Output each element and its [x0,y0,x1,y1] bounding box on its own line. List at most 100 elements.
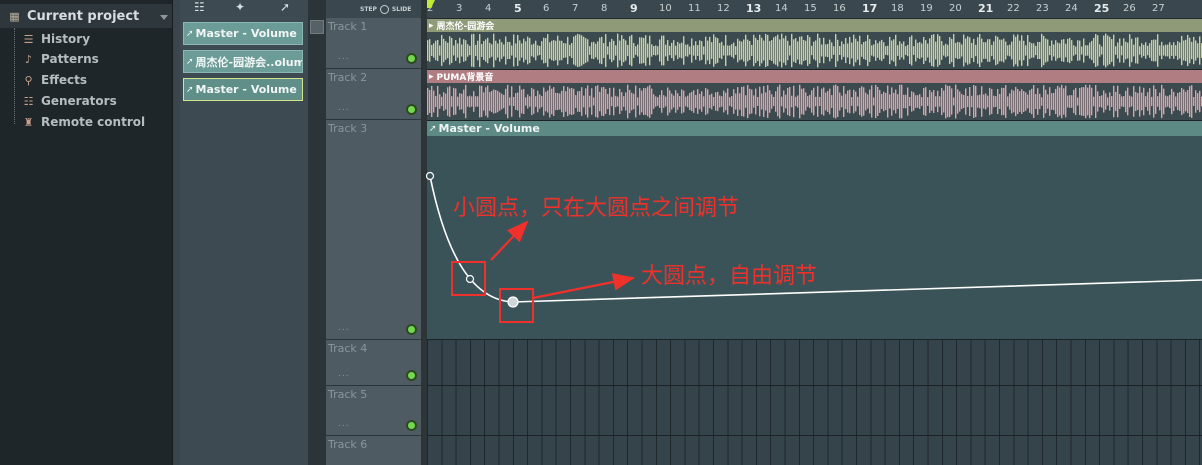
audio-clip-title-bar: ▸ 周杰伦-园游会 [427,19,1202,32]
ruler-bar-number: 10 [659,3,672,14]
playlist-grid[interactable]: ▸ 周杰伦-园游会 ▸ PUMA背景音 ➚ Master - Volume [427,19,1202,465]
audio-clip-2[interactable]: ▸ PUMA背景音 [427,70,1202,120]
history-icon: ☰ [23,32,34,46]
track-header-3[interactable]: Track 3 ... [326,120,422,340]
piano-roll-icon[interactable]: ☷ [194,0,205,14]
automation-clip-icon: ➚ [186,28,194,39]
track-name: Track 3 [328,122,368,135]
track-header-6[interactable]: Track 6 [326,436,422,465]
chevron-down-icon[interactable] [160,15,168,20]
picker-toolbar: ☷ ✦ ➚ [180,0,308,16]
remote-icon: ♜ [23,115,34,129]
ruler-bar-number: 12 [717,3,730,14]
ruler-bar-number: 5 [514,2,522,15]
browser-item-history[interactable]: ☰ History [22,30,90,48]
ruler-bar-number: 22 [1007,3,1020,14]
browser-item-generators[interactable]: ☷ Generators [22,92,117,110]
ruler-bar-number: 4 [485,3,492,14]
ruler-bar-number: 18 [891,3,904,14]
audio-clip-label: PUMA背景音 [436,73,494,83]
play-small-icon: ▸ [429,71,434,82]
track-name: Track 5 [328,388,368,401]
audio-clip-label: 周杰伦-园游会 [436,22,495,32]
waveform-2 [427,83,1202,120]
browser-item-label: Effects [41,73,88,87]
play-small-icon: ▸ [429,20,434,31]
track-mute-led[interactable] [406,104,417,115]
picker-scrollbar[interactable] [308,0,326,465]
note-icon: ♪ [24,52,33,66]
slide-label: SLIDE [391,5,412,13]
row-separator [427,339,1202,340]
track-mute-led[interactable] [406,324,417,335]
automation-clip-icon: ➚ [186,56,194,67]
browser-item-label: Generators [41,94,117,108]
ruler-bar-number: 25 [1094,2,1110,15]
automation-clip[interactable] [427,121,1202,339]
ruler-bar-number: 21 [978,2,994,15]
ruler-bar-number: 11 [688,3,701,14]
picker-clip-label: Master - Volume [195,83,297,96]
track-mute-led[interactable] [406,53,417,64]
ruler-bar-number: 26 [1123,3,1136,14]
track-name: Track 6 [328,438,368,451]
browser-item-effects[interactable]: ⚲ Effects [22,71,87,89]
ruler-bar-number: 23 [1036,3,1049,14]
row-separator [427,385,1202,386]
scroll-button[interactable] [310,20,324,34]
step-slide-knob[interactable] [379,4,389,14]
row-separator [427,435,1202,436]
ruler-bar-number: 27 [1152,3,1165,14]
ruler-bar-number: 8 [601,3,608,14]
browser-title: Current project [27,8,140,24]
picker-clip-label: 周杰伦-园游会..olume [195,55,303,69]
track-name: Track 2 [328,71,368,84]
picker-clip-selected[interactable]: ➚ Master - Volume [183,78,303,101]
browser-item-patterns[interactable]: ♪ Patterns [22,50,99,68]
play-position-marker[interactable] [427,0,435,8]
ruler-bar-number: 17 [862,2,878,15]
ruler-bar-number: 19 [920,3,933,14]
picker-clip[interactable]: ➚ Master - Volume [183,22,303,45]
ruler-bar-number: 3 [456,3,463,14]
ruler-bar-number: 9 [630,2,638,15]
ruler-bar-number: 20 [949,3,962,14]
track-headers: Track 1 ... Track 2 ... Track 3 ... Trac… [326,0,422,465]
ruler-bar-number: 7 [572,3,579,14]
browser-panel: ▦ Current project ☰ History ♪ Patterns ⚲… [0,0,172,465]
browser-item-remote-control[interactable]: ♜ Remote control [22,113,146,131]
track-header-4[interactable]: Track 4 ... [326,340,422,386]
audio-clip-title-bar: ▸ PUMA背景音 [427,70,1202,83]
picker-clip[interactable]: ➚ 周杰伦-园游会..olume [183,50,303,73]
audio-clip-1[interactable]: ▸ 周杰伦-园游会 [427,19,1202,69]
ruler-bar-number: 16 [833,3,846,14]
track-header-5[interactable]: Track 5 ... [326,386,422,436]
browser-header[interactable]: ▦ Current project [0,4,172,28]
small-point-annotation: 小圆点，只在大圆点之间调节 [453,196,740,221]
big-point-annotation: 大圆点，自由调节 [641,264,818,289]
track-grip: ... [338,52,350,62]
track-mute-led[interactable] [406,370,417,381]
automation-icon[interactable]: ➚ [280,0,290,14]
plug-icon: ⚲ [24,73,33,87]
track-name: Track 4 [328,342,368,355]
automation-clip-icon: ➚ [186,84,194,95]
browser-item-label: Remote control [41,115,146,129]
browser-item-label: Patterns [41,52,99,66]
automation-clip-label: Master - Volume [438,122,540,135]
track-header-1[interactable]: Track 1 ... [326,18,422,69]
folder-icon: ▦ [9,9,20,23]
audio-wave-icon[interactable]: ✦ [235,0,245,14]
track-mute-led[interactable] [406,420,417,431]
ruler-bar-number: 14 [775,3,788,14]
step-slide-toggle[interactable]: STEP SLIDE [360,3,411,15]
piano-icon: ☷ [23,94,34,108]
waveform-1 [427,32,1202,69]
automation-clip-title[interactable]: ➚ Master - Volume [427,121,1202,136]
track-header-2[interactable]: Track 2 ... [326,69,422,120]
ruler-bar-number: 13 [746,2,762,15]
track-grip: ... [338,103,350,113]
track-name: Track 1 [328,20,368,33]
timeline-ruler[interactable]: 2 3 4 5 6 7 8 9 10 11 12 13 14 15 16 17 18 19 20 21 22 23 24 25… [427,0,1202,19]
ruler-bar-number: 6 [543,3,550,14]
